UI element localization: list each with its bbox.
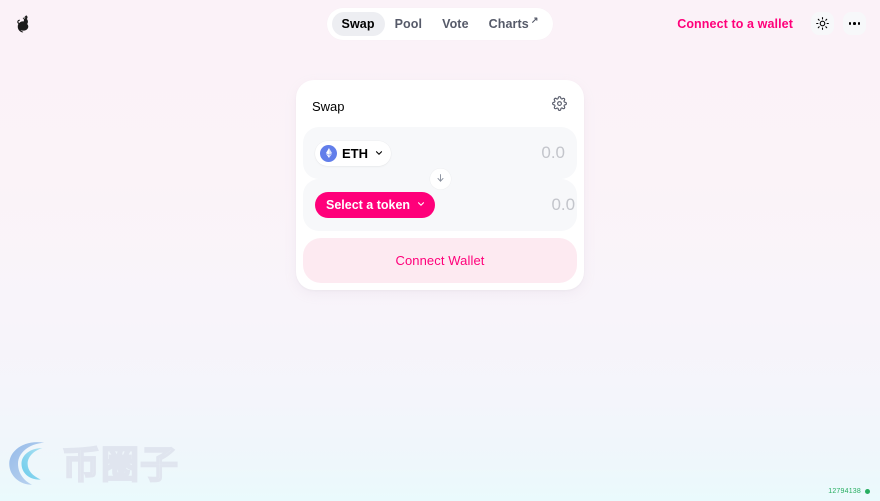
chevron-down-icon <box>416 198 426 212</box>
amount-input-to[interactable] <box>435 195 576 215</box>
chevron-down-icon <box>374 146 384 161</box>
nav-item-pool[interactable]: Pool <box>385 12 432 36</box>
arrow-down-icon <box>435 170 446 188</box>
block-status[interactable]: 12794138 <box>828 488 870 495</box>
swirl-logo-icon <box>4 434 60 495</box>
watermark-text: 币圈子 <box>61 442 180 487</box>
token-select-to[interactable]: Select a token <box>315 192 436 218</box>
nav-item-label: Pool <box>394 16 423 31</box>
green-dot-icon <box>865 489 870 494</box>
page-title: Swap <box>312 98 345 114</box>
main-nav: Swap Pool Vote Charts ↗ <box>326 7 554 40</box>
unicorn-logo-icon[interactable] <box>10 11 36 37</box>
theme-toggle-button[interactable] <box>811 12 834 35</box>
sun-icon <box>816 17 829 30</box>
token-select-from[interactable]: ETH <box>315 140 391 166</box>
watermark: 币圈子 <box>4 434 179 495</box>
swap-card-header: Swap <box>303 87 577 127</box>
ethereum-icon <box>320 144 337 162</box>
external-link-icon: ↗ <box>530 15 539 25</box>
swap-card: Swap ETH 0.0 Select a token 0.0 Connect … <box>296 80 584 290</box>
connect-wallet-button[interactable]: Connect Wallet <box>303 238 577 283</box>
nav-item-label: Charts <box>488 16 529 31</box>
amount-input-from[interactable] <box>425 143 565 163</box>
settings-gear-button[interactable] <box>550 96 568 116</box>
nav-item-vote[interactable]: Vote <box>432 12 479 36</box>
gear-icon <box>551 96 567 116</box>
token-symbol-to: Select a token <box>326 198 411 212</box>
connect-to-wallet-button[interactable]: Connect to a wallet <box>668 11 802 37</box>
nav-item-charts[interactable]: Charts ↗ <box>479 12 549 36</box>
app-header: Swap Pool Vote Charts ↗ Connect to a wal… <box>0 0 880 47</box>
nav-item-swap[interactable]: Swap <box>331 11 385 36</box>
header-actions: Connect to a wallet <box>668 11 866 37</box>
token-symbol-from: ETH <box>342 145 368 161</box>
block-number: 12794138 <box>828 488 861 495</box>
three-dots-icon <box>848 22 861 25</box>
more-menu-button[interactable] <box>843 12 866 35</box>
nav-item-label: Swap <box>341 16 375 31</box>
nav-item-label: Vote <box>442 16 469 31</box>
swap-rows: ETH Se <box>303 127 577 231</box>
swap-direction-button[interactable] <box>429 168 451 190</box>
